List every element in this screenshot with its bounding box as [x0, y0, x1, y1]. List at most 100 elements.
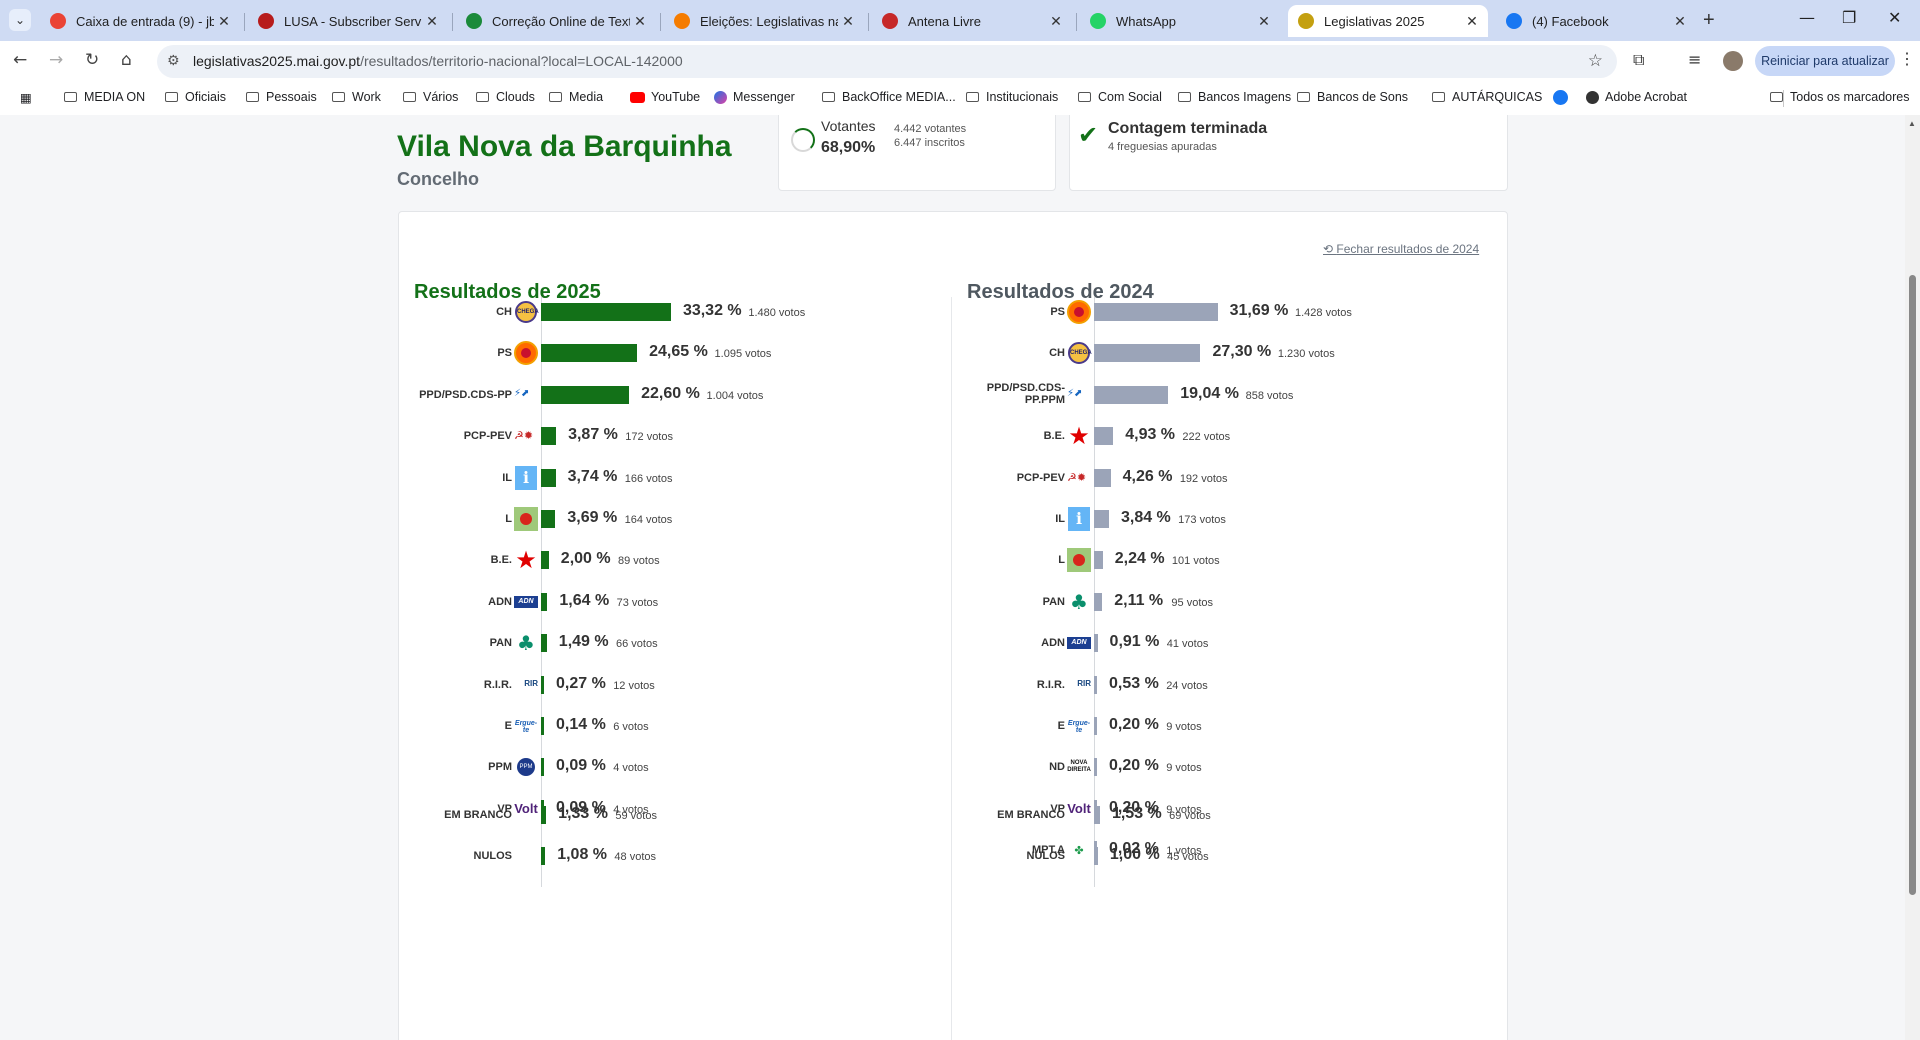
- close-window-icon[interactable]: ✕: [1888, 8, 1901, 27]
- folder-icon: [1078, 92, 1091, 102]
- tab-separator: [660, 13, 661, 31]
- result-votes: 59 votos: [615, 810, 657, 822]
- bookmark-item[interactable]: MEDIA ON: [64, 90, 145, 104]
- result-percent: 22,60 %: [641, 384, 700, 402]
- apps-button[interactable]: ▦: [20, 90, 38, 105]
- party-name: B.E.: [1043, 430, 1065, 443]
- close-2024-link[interactable]: ⟲ Fechar resultados de 2024: [1323, 242, 1479, 256]
- folder-icon: [165, 92, 178, 102]
- browser-tab[interactable]: Antena Livre ✕: [872, 5, 1072, 37]
- bookmark-item[interactable]: Institucionais: [966, 90, 1058, 104]
- bookmark-star-icon[interactable]: ☆: [1588, 51, 1603, 71]
- scroll-thumb[interactable]: [1909, 275, 1916, 895]
- bookmark-item[interactable]: BackOffice MEDIA...: [822, 90, 956, 104]
- tab-close-icon[interactable]: ✕: [1462, 13, 1482, 30]
- result-bar: [541, 758, 544, 777]
- forward-icon[interactable]: →: [49, 50, 63, 70]
- result-bar: [1094, 592, 1103, 611]
- result-votes: 95 votos: [1171, 596, 1214, 609]
- minimize-icon[interactable]: —: [1799, 8, 1815, 27]
- bookmark-label: Pessoais: [266, 90, 317, 104]
- url-text[interactable]: legislativas2025.mai.gov.pt/resultados/t…: [193, 53, 683, 69]
- reload-icon[interactable]: ↻: [85, 50, 99, 70]
- result-percent: 0,20 %: [1109, 757, 1159, 775]
- tab-strip: ⌄ Caixa de entrada (9) - jbjr ✕ LUSA - Sub…: [0, 0, 1920, 41]
- url-host: legislativas2025.mai.gov.pt: [193, 53, 361, 69]
- bookmark-item[interactable]: AUTÁRQUICAS: [1432, 90, 1542, 104]
- browser-tab[interactable]: Legislativas 2025 ✕: [1288, 5, 1488, 37]
- home-icon[interactable]: ⌂: [121, 50, 132, 70]
- party-row: IL i 3,74 % 166 votos: [399, 465, 859, 491]
- bookmark-label: YouTube: [651, 90, 701, 104]
- folder-icon: [476, 92, 489, 102]
- result-bar: [541, 675, 544, 694]
- result-bar: [541, 344, 638, 363]
- bookmark-item[interactable]: [1553, 90, 1574, 105]
- tab-close-icon[interactable]: ✕: [1046, 13, 1066, 30]
- browser-tab[interactable]: Correção Online de Textos✕: [456, 5, 656, 37]
- result-percent: 19,04 %: [1180, 384, 1239, 402]
- result-bar: [541, 303, 671, 321]
- whatsapp-icon: [1090, 13, 1106, 29]
- party-name: ADN: [488, 595, 512, 608]
- bookmark-item[interactable]: Pessoais: [246, 90, 317, 104]
- bookmark-item[interactable]: YouTube: [630, 90, 700, 104]
- media-controls-icon[interactable]: ≡: [1688, 50, 1701, 69]
- new-tab-button[interactable]: +: [1703, 9, 1715, 32]
- browser-tab[interactable]: LUSA - Subscriber Service✕: [248, 5, 448, 37]
- party-logo: RIR: [514, 673, 538, 697]
- bookmark-item[interactable]: Oficiais: [165, 90, 226, 104]
- browser-tab[interactable]: (4) Facebook ✕: [1496, 5, 1696, 37]
- party-name: IL: [502, 471, 512, 484]
- bookmark-item[interactable]: Vários: [403, 90, 458, 104]
- tab-close-icon[interactable]: ✕: [838, 13, 858, 30]
- browser-tab[interactable]: Caixa de entrada (9) - jbjr ✕: [40, 5, 240, 37]
- result-percent: 0,20 %: [1109, 716, 1159, 733]
- bookmark-item[interactable]: Todos os marcadores: [1770, 90, 1910, 104]
- tab-search-button[interactable]: ⌄: [9, 9, 31, 31]
- livre-logo-icon: [514, 507, 538, 531]
- bookmark-item[interactable]: Media: [549, 90, 603, 104]
- extensions-icon[interactable]: ⧉: [1633, 50, 1644, 70]
- bookmark-item[interactable]: Adobe Acrobat: [1586, 90, 1687, 104]
- bookmark-item[interactable]: Work: [332, 90, 381, 104]
- bookmark-item[interactable]: Bancos Imagens: [1178, 90, 1291, 104]
- tab-close-icon[interactable]: ✕: [422, 13, 442, 30]
- tab-close-icon[interactable]: ✕: [1670, 13, 1690, 30]
- acrobat-icon: [1586, 90, 1599, 104]
- party-name-line: PPD/PSD.CDS-: [986, 381, 1065, 394]
- tab-close-icon[interactable]: ✕: [630, 13, 650, 30]
- party-row: ND NOVA DIREITA 0,20 % 9 votos: [952, 754, 1412, 780]
- bookmark-item[interactable]: Messenger: [714, 90, 795, 104]
- party-logo: ☭✹: [1067, 466, 1091, 490]
- browser-tab[interactable]: WhatsApp ✕: [1080, 5, 1280, 37]
- bookmark-item[interactable]: Bancos de Sons: [1297, 90, 1408, 104]
- back-icon[interactable]: ←: [13, 50, 27, 70]
- browser-tab[interactable]: Eleições: Legislativas na rá✕: [664, 5, 864, 37]
- party-name: PS: [1050, 306, 1065, 318]
- update-button[interactable]: Reiniciar para atualizar: [1755, 46, 1895, 76]
- bookmark-item[interactable]: Clouds: [476, 90, 535, 104]
- profile-avatar[interactable]: [1723, 51, 1743, 71]
- tab-close-icon[interactable]: ✕: [1254, 13, 1274, 30]
- folder-icon: [332, 92, 345, 102]
- tab-label: Antena Livre: [908, 13, 981, 29]
- tab-close-icon[interactable]: ✕: [214, 13, 234, 30]
- menu-icon[interactable]: ⋮: [1899, 49, 1915, 69]
- address-bar[interactable]: ⚙ legislativas2025.mai.gov.pt/resultados…: [157, 45, 1617, 78]
- rir-logo-icon: RIR: [1077, 678, 1091, 688]
- result-percent: 1,53 %: [1111, 805, 1162, 822]
- count-detail: 4 freguesias apuradas: [1108, 141, 1217, 153]
- party-row: ADN ADN 0,91 % 41 votos: [952, 630, 1412, 656]
- page-content: Vila Nova da Barquinha Concelho Votantes…: [0, 115, 1905, 1040]
- party-logo: ADN: [514, 590, 538, 614]
- restore-icon[interactable]: ❐: [1842, 8, 1856, 27]
- bookmark-item[interactable]: Com Social: [1078, 90, 1162, 104]
- party-row: PAN ♣ 1,49 % 66 votos: [399, 630, 859, 656]
- page-scrollbar[interactable]: ▲: [1905, 115, 1920, 1040]
- folder-icon: [966, 92, 979, 102]
- chega-logo-icon: CHEGA: [515, 301, 539, 323]
- site-info-icon[interactable]: ⚙: [167, 53, 180, 69]
- scroll-up-icon[interactable]: ▲: [1908, 119, 1916, 128]
- party-row: IL i 3,84 % 173 votos: [952, 506, 1412, 532]
